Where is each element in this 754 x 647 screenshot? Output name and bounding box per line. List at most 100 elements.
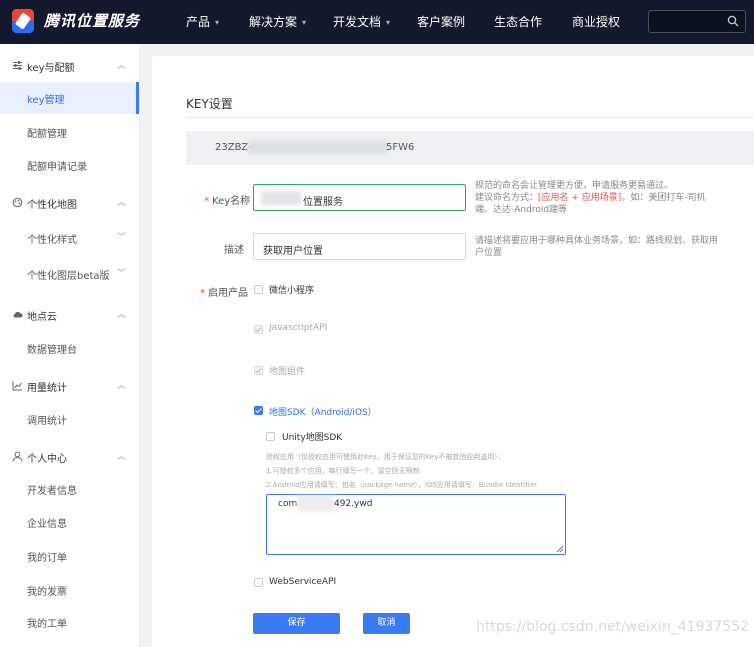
sidebar-group-custom-map[interactable]: 个性化地图 ︿ [0, 193, 139, 213]
app-id-suffix: 492.ywd [334, 499, 373, 509]
sidebar-item-custom-layer-beta[interactable]: 个性化图层beta版 ﹀ [0, 258, 139, 290]
sidebar-item-label: 个性化样式 [27, 235, 77, 246]
key-name-label: * Key名称 [204, 192, 250, 207]
app-id-redacted [297, 496, 335, 512]
key-name-hint-line1: 规范的命名会让管理更方便，申请服务更易通过。 [475, 181, 674, 191]
chevron-up-icon: ︿ [116, 198, 126, 208]
sidebar-item-key-management[interactable]: key管理 [0, 82, 139, 114]
sidebar-item-label: 调用统计 [27, 416, 67, 427]
checkmark-icon [255, 325, 262, 333]
key-name-value: 位置服务 [303, 197, 343, 208]
search-input[interactable] [648, 10, 746, 33]
nav-item-label: 产品 [186, 15, 211, 29]
chevron-up-icon: ︿ [116, 61, 126, 71]
search-icon[interactable] [727, 15, 739, 27]
key-name-hint-line2: 建议命名方式：[应用名 + 应用场景]。如：美团打车-司机端、达达-Androi… [475, 192, 720, 216]
key-name-redacted [261, 191, 301, 205]
palette-icon [12, 197, 23, 208]
unity-sdk-checkbox[interactable] [266, 432, 275, 441]
sidebar-item-label: 配额管理 [27, 129, 67, 140]
key-name-hint-format: [应用名 + 应用场景] [538, 193, 622, 203]
sidebar-item-my-orders[interactable]: 我的订单 [0, 540, 139, 572]
nav-item-docs[interactable]: 开发文档 ▾ [333, 13, 390, 30]
key-name-hint: 规范的命名会让管理更方便，申请服务更易通过。 建议命名方式：[应用名 + 应用场… [475, 180, 720, 216]
chevron-up-icon: ︿ [116, 381, 126, 391]
sidebar-group-label: 地点云 [27, 312, 57, 323]
key-suffix: 5FW6 [386, 142, 415, 153]
map-component-checkbox [254, 366, 263, 375]
webserviceapi-checkbox[interactable] [254, 578, 263, 587]
sidebar-item-quota-management[interactable]: 配额管理 [0, 116, 139, 148]
cancel-button[interactable]: 取消 [363, 613, 410, 634]
top-nav-bar: 腾讯位置服务 产品 ▾ 解决方案 ▾ 开发文档 ▾ 客户案例 生态合作 商业授权 [0, 0, 754, 44]
key-name-hint-prefix: 建议命名方式： [475, 193, 539, 203]
sidebar-group-label: 用量统计 [27, 383, 67, 394]
sidebar-item-developer-info[interactable]: 开发者信息 [0, 473, 139, 505]
sidebar-group-personal-center[interactable]: 个人中心 ︿ [0, 447, 139, 467]
sidebar-item-my-tickets[interactable]: 我的工单 [0, 606, 139, 638]
chevron-down-icon: ﹀ [116, 233, 126, 243]
javascriptapi-checkbox [254, 325, 263, 334]
map-sdk-label[interactable]: 地图SDK（Android/iOS） [269, 405, 377, 418]
sidebar-item-my-invoices[interactable]: 我的发票 [0, 574, 139, 606]
sidebar-group-label: 个人中心 [27, 454, 67, 465]
nav-item-label: 客户案例 [417, 15, 466, 29]
wechat-miniprogram-label[interactable]: 微信小程序 [269, 283, 314, 296]
sidebar-group-usage-stats[interactable]: 用量统计 ︿ [0, 376, 139, 396]
brand-name[interactable]: 腾讯位置服务 [44, 10, 140, 31]
sidebar-item-data-console[interactable]: 数据管理台 [0, 332, 139, 364]
sidebar-item-label: 数据管理台 [27, 345, 77, 356]
chevron-up-icon: ︿ [116, 452, 126, 462]
sidebar-group-label: 个性化地图 [27, 200, 77, 211]
resize-handle-icon[interactable] [556, 545, 564, 553]
nav-item-label: 商业授权 [572, 15, 621, 29]
sidebar-item-label: 开发者信息 [27, 486, 77, 497]
sidebar-item-label: 配额申请记录 [27, 162, 87, 173]
chevron-down-icon: ▾ [215, 18, 220, 27]
description-hint: 请描述将要应用于哪种具体业务场景，如：路线规划、获取用户位置 [475, 236, 719, 258]
description-label: 描述 [224, 245, 244, 256]
sidebar-item-label: 个性化图层beta版 [27, 271, 110, 282]
sidebar-item-company-info[interactable]: 企业信息 [0, 506, 139, 538]
brand-logo-icon[interactable] [12, 9, 34, 33]
key-name-label-text: Key名称 [212, 196, 251, 207]
chevron-up-icon: ︿ [116, 310, 126, 320]
wechat-miniprogram-checkbox[interactable] [254, 285, 263, 294]
products-label-text: 启用产品 [208, 288, 248, 299]
javascriptapi-label: JavascriptAPI [269, 323, 328, 333]
watermark: https://blog.csdn.net/weixin_41937552 [476, 619, 750, 635]
sidebar-group-place-cloud[interactable]: 地点云 ︿ [0, 305, 139, 325]
nav-item-license[interactable]: 商业授权 [572, 13, 620, 30]
chevron-down-icon: ﹀ [116, 269, 126, 279]
title-divider [186, 117, 754, 118]
save-button[interactable]: 保存 [253, 613, 340, 634]
sidebar-group-key-quota[interactable]: key与配额 ︿ [0, 56, 139, 76]
unity-sdk-label[interactable]: Unity地图SDK [282, 430, 342, 443]
cloud-icon [13, 311, 23, 318]
sidebar-item-label: key管理 [27, 95, 65, 106]
sidebar-item-quota-requests[interactable]: 配额申请记录 [0, 149, 139, 181]
sdk-note-1: 授权应用（仅授权应用可使用此Key，用于保证您的Key不被其他应用盗用）： [266, 453, 505, 461]
sidebar-item-call-stats[interactable]: 调用统计 [0, 403, 139, 435]
checkmark-icon [255, 366, 262, 374]
map-component-label: 地图组件 [269, 367, 306, 377]
nav-item-ecosystem[interactable]: 生态合作 [494, 13, 542, 30]
chevron-down-icon: ▾ [302, 18, 307, 27]
key-prefix: 23ZBZ- [215, 142, 252, 153]
map-sdk-checkbox[interactable] [254, 406, 263, 415]
sliders-icon [13, 61, 22, 70]
sidebar-item-label: 我的工单 [27, 619, 67, 630]
nav-item-products[interactable]: 产品 ▾ [186, 13, 219, 30]
sdk-note-2: 1.可授权多个应用，每行填写一个，留空则无限制 [266, 467, 420, 475]
nav-item-label: 生态合作 [494, 15, 543, 29]
sidebar-group-label: key与配额 [27, 63, 75, 74]
nav-item-solutions[interactable]: 解决方案 ▾ [249, 13, 306, 30]
nav-item-cases[interactable]: 客户案例 [417, 13, 465, 30]
sidebar-item-label: 企业信息 [27, 519, 67, 530]
nav-item-label: 解决方案 [249, 15, 298, 29]
sidebar-item-custom-style[interactable]: 个性化样式 ﹀ [0, 222, 139, 254]
webserviceapi-label[interactable]: WebServiceAPI [269, 577, 336, 587]
sdk-note-3: 2.Android应用请填写：包名（package name），iOS应用请填写… [266, 481, 537, 489]
description-value: 获取用户位置 [263, 246, 323, 257]
sidebar-item-label: 我的订单 [27, 553, 67, 564]
